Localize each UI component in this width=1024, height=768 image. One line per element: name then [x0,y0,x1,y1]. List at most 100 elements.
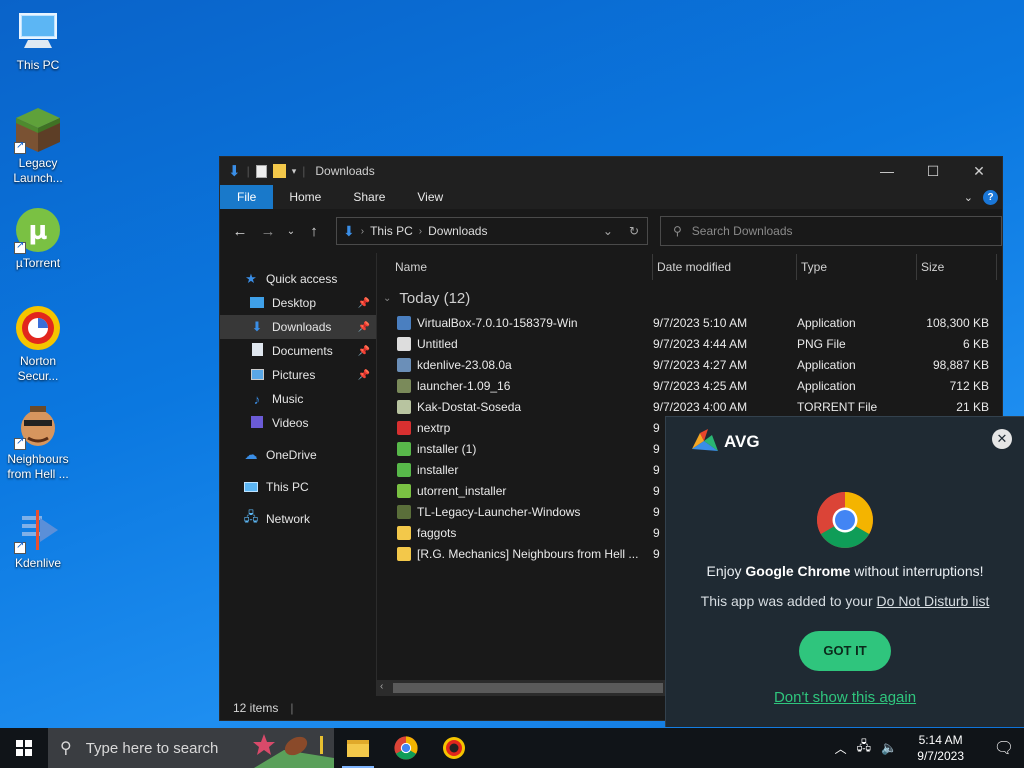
close-button[interactable]: ✕ [956,157,1002,185]
tab-file[interactable]: File [220,185,274,209]
nav-pictures[interactable]: Pictures 📌 [220,363,376,387]
file-name-cell: installer (1) [377,441,653,456]
file-name-cell: Untitled [377,336,653,351]
group-header-today[interactable]: ⌄ Today (12) [377,284,1002,312]
desktop-icon-norton[interactable]: Norton Secur... [0,304,76,384]
column-header-size[interactable]: Size [917,254,997,280]
file-name: TL-Legacy-Launcher-Windows [417,504,581,519]
kdenlive-icon [14,506,62,554]
file-row[interactable]: Kak-Dostat-Soseda 9/7/2023 4:00 AM TORRENT… [377,396,1002,417]
message-suffix: without interruptions! [850,563,984,579]
back-arrow-icon[interactable]: ← [228,223,252,240]
show-hidden-icons-chevron-icon[interactable]: ︿ [835,740,847,757]
recent-locations-chevron-icon[interactable]: ⌄ [284,226,298,237]
file-row[interactable]: kdenlive-23.08.0a 9/7/2023 4:27 AM Applica… [377,354,1002,375]
dont-show-again-link[interactable]: Don't show this again [666,689,1024,706]
address-bar[interactable]: ⬇ › This PC › Downloads ⌄ ↻ [336,217,648,245]
properties-icon[interactable] [255,164,267,178]
nav-network[interactable]: 🖧 Network [220,507,376,531]
nav-documents[interactable]: Documents 📌 [220,339,376,363]
network-icon[interactable]: 🖧 [857,737,872,759]
search-input[interactable]: ⚲ Search Downloads [660,216,1002,246]
navigation-bar: ← → ⌄ ↑ ⬇ › This PC › Downloads ⌄ ↻ ⚲ Se… [220,209,1002,253]
nav-label: Quick access [266,272,338,286]
column-header-name[interactable]: Name [377,254,653,280]
breadcrumb-downloads[interactable]: Downloads [428,224,487,238]
forward-arrow-icon[interactable]: → [256,223,280,240]
taskbar-search-box[interactable]: ⚲ Type here to search [48,728,334,768]
file-date: 9/7/2023 5:10 AM [653,315,748,330]
file-name: installer [417,462,459,477]
customize-toolbar-chevron-icon[interactable]: ▾ [292,166,297,177]
clock[interactable]: 5:14 AM 9/7/2023 [907,732,974,764]
pin-icon: 📌 [357,321,370,333]
submessage-prefix: This app was added to your [700,593,877,609]
shortcut-arrow-icon [14,540,26,554]
desktop-folder-icon [248,296,266,311]
file-type: Application [797,357,856,372]
volume-muted-icon[interactable]: 🔈 [881,740,897,756]
refresh-icon[interactable]: ↻ [629,224,639,238]
column-header-date[interactable]: Date modified [653,254,797,280]
navigation-pane: ★ Quick access Desktop 📌 ⬇ Downloads 📌 D… [220,253,377,696]
close-icon[interactable]: ✕ [992,429,1012,449]
utorrent-icon: µ [14,206,62,254]
desktop-icon-utorrent[interactable]: µ µTorrent [0,206,76,271]
pin-icon: 📌 [357,369,370,381]
nav-videos[interactable]: Videos [220,411,376,435]
file-size: 108,300 KB [926,315,989,330]
title-bar: ⬇ | ▾ | Downloads — ☐ ✕ [220,157,1002,185]
nav-quick-access[interactable]: ★ Quick access [220,267,376,291]
new-folder-icon[interactable] [272,164,286,178]
tab-view[interactable]: View [401,185,459,209]
expand-ribbon-chevron-icon[interactable]: ⌄ [964,191,973,204]
nav-onedrive[interactable]: ☁ OneDrive [220,443,376,467]
file-type: Application [797,378,856,393]
address-dropdown-chevron-icon[interactable]: ⌄ [603,224,613,238]
maximize-button[interactable]: ☐ [910,157,956,185]
nav-label: Desktop [272,296,317,310]
desktop-icon-this-pc[interactable]: This PC [0,8,76,73]
file-row[interactable]: VirtualBox-7.0.10-158379-Win 9/7/2023 5:1… [377,312,1002,333]
popup-message: Enjoy Google Chrome without interruption… [666,563,1024,579]
desktop-icon-neighbours[interactable]: Neighbours from Hell ... [0,402,76,482]
file-row[interactable]: Untitled 9/7/2023 4:44 AM PNG File 6 KB [377,333,1002,354]
file-type: Application [797,315,856,330]
do-not-disturb-link[interactable]: Do Not Disturb list [877,593,990,609]
desktop-icon-legacy-launcher[interactable]: Legacy Launch... [0,106,76,186]
pin-icon: 📌 [357,297,370,309]
file-row[interactable]: launcher-1.09_16 9/7/2023 4:25 AM Applicat… [377,375,1002,396]
start-button[interactable] [0,728,48,768]
nav-downloads[interactable]: ⬇ Downloads 📌 [220,315,376,339]
taskbar-chrome[interactable] [382,728,430,768]
download-arrow-icon[interactable]: ⬇ [228,162,241,180]
notification-center-icon[interactable]: 🗨 [984,738,1024,758]
up-arrow-icon[interactable]: ↑ [302,223,326,240]
desktop-icon-kdenlive[interactable]: Kdenlive [0,506,76,571]
avg-logo-icon [692,429,718,451]
taskbar-file-explorer[interactable] [334,728,382,768]
column-headers: Name Date modified Type Size [377,254,1002,280]
help-icon[interactable]: ? [983,189,998,205]
nav-label: Network [266,512,311,526]
breadcrumb-this-pc[interactable]: This PC [370,224,413,238]
desktop-icon-label: µTorrent [15,256,61,270]
file-name-cell: TL-Legacy-Launcher-Windows [377,504,653,519]
nav-desktop[interactable]: Desktop 📌 [220,291,376,315]
tab-share[interactable]: Share [337,185,401,209]
nav-music[interactable]: ♪ Music [220,387,376,411]
minimize-button[interactable]: — [864,157,910,185]
nav-this-pc[interactable]: This PC [220,475,376,499]
tab-home[interactable]: Home [273,185,337,209]
column-header-type[interactable]: Type [797,254,917,280]
download-arrow-icon: ⬇ [343,222,355,239]
chrome-icon [394,736,418,760]
scrollbar-thumb[interactable] [393,683,663,693]
file-name: installer (1) [417,441,477,456]
search-icon: ⚲ [673,224,682,238]
neighbour-face-icon [14,402,62,450]
taskbar-norton[interactable] [430,728,478,768]
got-it-button[interactable]: GOT IT [799,631,891,671]
nav-label: OneDrive [266,448,317,462]
scroll-left-arrow-icon[interactable]: ‹ [380,681,383,692]
